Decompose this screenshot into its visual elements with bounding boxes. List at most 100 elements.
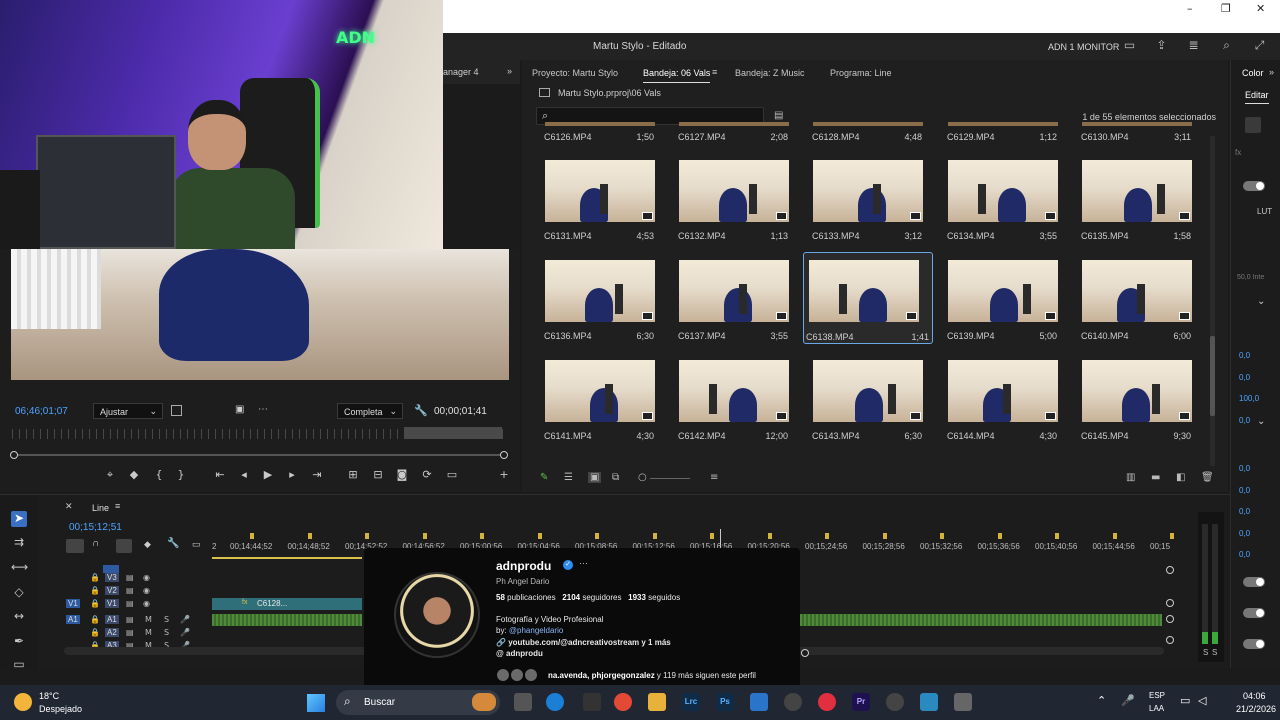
lock-icon[interactable]: 🔒 [90,599,100,608]
track-height-handle[interactable] [1166,599,1174,607]
weather-sun-icon[interactable] [14,693,32,711]
param-value[interactable]: 0,0 [1239,351,1250,360]
more-panels-icon[interactable]: » [507,66,512,76]
clip-item[interactable]: C6140.MP4 6;00 [1079,260,1213,358]
profile-link[interactable]: 🔗 youtube.com/@adncreativostream y 1 más [496,638,671,647]
input-language[interactable]: ESP [1149,691,1165,700]
insert-icon[interactable]: ⊞ [345,468,361,481]
track-label[interactable]: A2 [105,628,119,637]
param-value[interactable]: 0,0 [1239,416,1250,425]
tab-menu-icon[interactable]: ≡ [712,67,717,77]
clip-icon[interactable] [1245,117,1261,133]
tab-menu-icon[interactable]: ≡ [115,501,120,511]
trash-icon[interactable]: 🗑 [1201,472,1214,483]
sync-icon[interactable]: ▤ [126,628,134,637]
chevron-down-icon[interactable]: ⌄ [1257,416,1265,427]
clip-item[interactable]: C6128.MP4 4;48 [810,122,944,146]
chrome-icon[interactable] [614,693,632,711]
track-label[interactable]: A1 [105,615,119,624]
volume-icon[interactable]: ◁ [1198,694,1206,707]
automate-icon[interactable]: ▥ [1126,472,1135,483]
grid-scrollbar[interactable] [1210,136,1215,466]
close-icon[interactable]: ✕ [1256,2,1265,15]
clip-item[interactable]: C6130.MP4 3;11 [1079,122,1213,146]
microphone-icon[interactable]: 🎤 [180,615,190,624]
scrub-start-handle[interactable] [10,451,18,459]
layout-icon[interactable]: ▭ [1123,39,1136,52]
go-to-out-icon[interactable]: ⇥ [309,468,325,481]
solo-icon[interactable]: S [164,615,169,624]
add-marker-icon[interactable]: ◆ [126,468,142,481]
vr-icon[interactable]: ⟳ [419,468,435,481]
edge-icon[interactable] [546,693,564,711]
wrench-icon[interactable]: 🔧 [414,404,428,417]
recorder-icon[interactable] [818,693,836,711]
wrench-icon[interactable]: 🔧 [167,538,179,549]
param-value[interactable]: 0,0 [1239,529,1250,538]
mute-icon[interactable]: M [145,628,152,637]
clip-item[interactable]: C6127.MP4 2;08 [676,122,810,146]
video-clip[interactable]: fx C6128... [212,598,362,610]
text-tool-icon[interactable]: ▭ [11,657,27,673]
clip-item[interactable]: C6131.MP4 4;53 [542,160,676,258]
task-view-icon[interactable] [514,693,532,711]
mute-icon[interactable]: M [145,615,152,624]
more-panels-icon[interactable]: » [1269,67,1274,77]
track-label[interactable]: V1 [105,599,119,608]
solo-icon[interactable]: S [164,628,169,637]
app-icon[interactable] [750,693,768,711]
panel-tab-stub[interactable]: anager 4 » [443,60,520,84]
clock-time[interactable]: 04:06 [1243,691,1266,701]
track-height-handle[interactable] [1166,636,1174,644]
search-icon[interactable]: ⌕ [1220,39,1233,52]
toggle-switch[interactable] [1243,608,1265,618]
new-search-bin-icon[interactable]: ▤ [774,110,783,121]
lock-icon[interactable]: 🔒 [90,586,100,595]
playhead-timecode[interactable]: 06;46;01;07 [15,406,68,417]
clip-item[interactable]: C6145.MP4 9;30 [1079,360,1213,458]
step-back-icon[interactable]: ◂ [236,468,252,481]
share-icon[interactable]: ⇪ [1155,39,1168,52]
clip-item[interactable]: C6135.MP4 1;58 [1079,160,1213,258]
microphone-icon[interactable]: 🎤 [1121,694,1135,707]
safe-margins-icon[interactable] [171,405,182,416]
track-height-handle[interactable] [1166,615,1174,623]
tab-bin-06-vals[interactable]: Bandeja: 06 Vals [643,68,711,83]
obs-icon[interactable] [886,693,904,711]
marker-icon[interactable]: ⌖ [102,468,118,482]
add-button-icon[interactable]: + [496,468,512,481]
clip-item[interactable]: C6141.MP4 4;30 [542,360,676,458]
quality-dropdown[interactable]: Completa ⌄ [337,403,403,419]
zoom-slider-knob[interactable]: ○ [638,472,647,483]
solo-right[interactable]: S [1212,648,1217,657]
list-view-icon[interactable]: ☰ [564,472,573,483]
lock-icon[interactable]: 🔒 [90,573,100,582]
icon-view-icon[interactable]: ▣ [588,472,602,483]
compare-icon[interactable]: ⋯ [258,404,268,415]
solo-left[interactable]: S [1203,648,1208,657]
scrub-end-handle[interactable] [500,451,508,459]
track-label[interactable]: V2 [105,586,119,595]
edit-tab[interactable]: Editar [1245,90,1269,104]
audio-clip[interactable] [212,614,362,626]
sync-icon[interactable]: ▤ [126,586,134,595]
clip-item[interactable]: C6126.MP4 1;50 [542,122,676,146]
lock-icon[interactable]: 🔒 [90,628,100,637]
maximize-icon[interactable]: ❐ [1221,2,1231,15]
camera-icon[interactable]: ◙ [394,468,410,481]
clip-item[interactable]: C6143.MP4 6;30 [810,360,944,458]
more-icon[interactable]: ··· [579,558,588,568]
weather-temperature[interactable]: 18°C [39,691,59,701]
chevron-down-icon[interactable]: ⌄ [1257,296,1265,307]
go-to-in-icon[interactable]: ⇤ [212,468,228,481]
app-icon[interactable] [784,693,802,711]
toggle-switch[interactable] [1243,577,1265,587]
threads-link[interactable]: @ adnprodu [496,649,543,658]
clip-item[interactable]: C6134.MP4 3;55 [945,160,1079,258]
sort-icon[interactable]: ≡ [710,472,718,483]
nest-icon[interactable] [66,539,84,553]
clip-item[interactable]: C6144.MP4 4;30 [945,360,1079,458]
clip-item[interactable]: C6133.MP4 3;12 [810,160,944,258]
sync-icon[interactable]: ▤ [126,615,134,624]
ripple-edit-icon[interactable]: ⟷ [11,560,28,576]
